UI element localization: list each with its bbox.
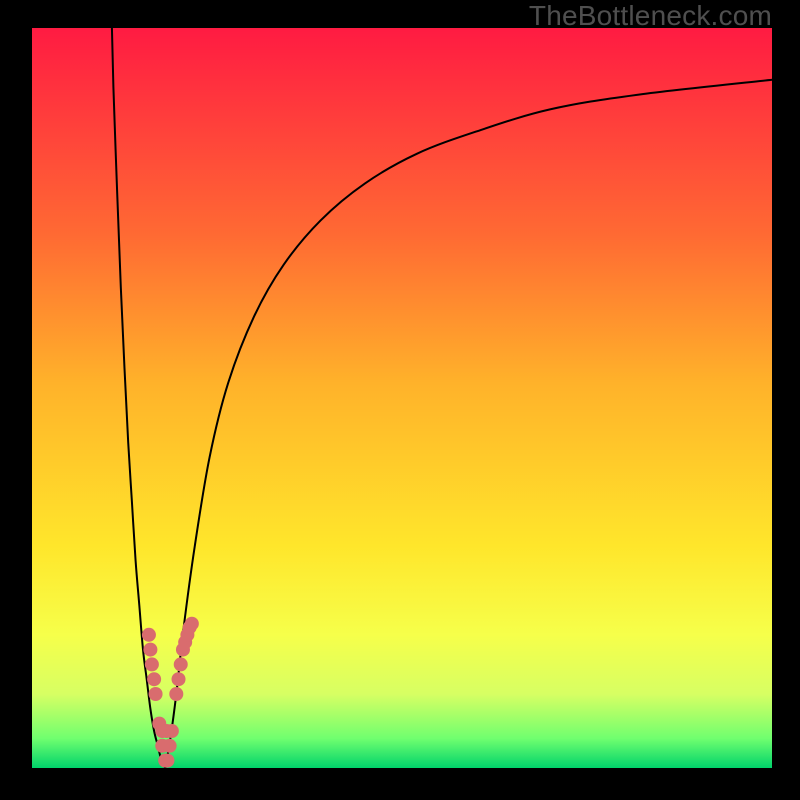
highlight-dot: [163, 739, 177, 753]
highlight-dot: [149, 687, 163, 701]
chart-frame: TheBottleneck.com: [0, 0, 800, 800]
highlight-dot: [143, 643, 157, 657]
bottleneck-chart: [32, 28, 772, 768]
highlight-dot: [160, 724, 174, 738]
highlight-dot: [174, 657, 188, 671]
highlight-dot: [185, 617, 199, 631]
highlight-dot: [160, 754, 174, 768]
highlight-dot: [169, 687, 183, 701]
highlight-dot: [145, 657, 159, 671]
highlight-dot: [142, 628, 156, 642]
highlight-dot: [172, 672, 186, 686]
highlight-dot: [147, 672, 161, 686]
watermark-label: TheBottleneck.com: [529, 0, 772, 32]
